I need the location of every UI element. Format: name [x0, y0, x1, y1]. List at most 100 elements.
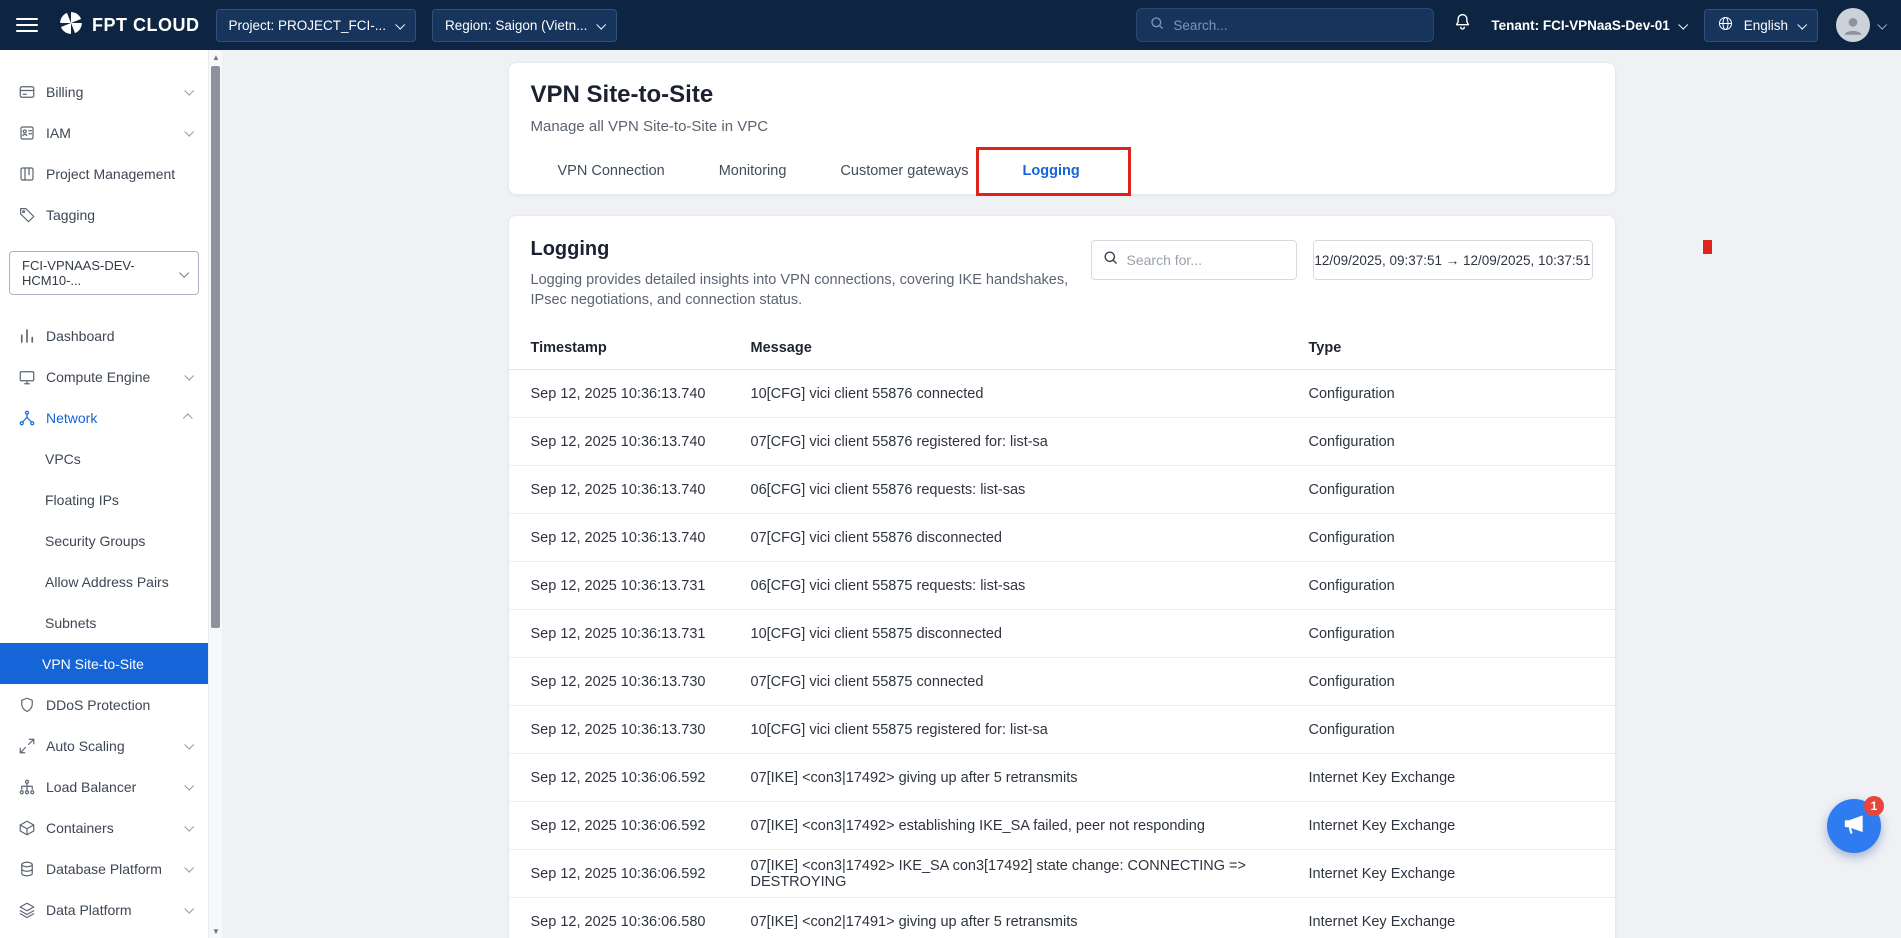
- user-menu[interactable]: [1836, 8, 1885, 42]
- region-selector[interactable]: Region: Saigon (Vietn...: [432, 9, 617, 42]
- sidebar-item-security-groups[interactable]: Security Groups: [0, 520, 208, 561]
- global-search[interactable]: [1136, 8, 1434, 42]
- sidebar-scrollbar[interactable]: ▲ ▼: [208, 50, 222, 938]
- sidebar-item-network[interactable]: Network: [0, 397, 208, 438]
- chevron-down-icon: [184, 740, 194, 750]
- sidebar-item-vpcs[interactable]: VPCs: [0, 438, 208, 479]
- language-selector[interactable]: English: [1704, 9, 1818, 42]
- cell-timestamp: Sep 12, 2025 10:36:13.740: [531, 434, 751, 450]
- search-icon: [1149, 15, 1165, 36]
- sidebar-item-load-balancer[interactable]: Load Balancer: [0, 766, 208, 807]
- cell-message: 07[CFG] vici client 55876 registered for…: [751, 434, 1309, 450]
- top-bar: FPT CLOUD Project: PROJECT_FCI-... Regio…: [0, 0, 1901, 50]
- cell-type: Configuration: [1309, 386, 1593, 402]
- brand-name: FPT CLOUD: [92, 15, 200, 36]
- global-search-input[interactable]: [1173, 18, 1421, 33]
- project-selector[interactable]: Project: PROJECT_FCI-...: [216, 9, 417, 42]
- announcement-fab[interactable]: 1: [1827, 799, 1881, 853]
- chevron-up-icon: [183, 413, 193, 423]
- logging-card: Logging Logging provides detailed insigh…: [508, 215, 1616, 938]
- table-row[interactable]: Sep 12, 2025 10:36:13.731 06[CFG] vici c…: [509, 562, 1615, 610]
- column-header-type: Type: [1309, 340, 1593, 356]
- cell-type: Internet Key Exchange: [1309, 866, 1593, 882]
- table-row[interactable]: Sep 12, 2025 10:36:13.730 07[CFG] vici c…: [509, 658, 1615, 706]
- table-row[interactable]: Sep 12, 2025 10:36:13.740 06[CFG] vici c…: [509, 466, 1615, 514]
- main-content: VPN Site-to-Site Manage all VPN Site-to-…: [222, 50, 1901, 938]
- sidebar: Billing IAM Project Management Tagging F…: [0, 50, 208, 938]
- search-icon: [1102, 249, 1119, 271]
- sidebar-item-billing[interactable]: Billing: [0, 71, 208, 112]
- page-title: VPN Site-to-Site: [531, 81, 1593, 109]
- table-row[interactable]: Sep 12, 2025 10:36:13.740 10[CFG] vici c…: [509, 370, 1615, 418]
- sidebar-item-tagging[interactable]: Tagging: [0, 194, 208, 235]
- sidebar-item-compute-engine[interactable]: Compute Engine: [0, 356, 208, 397]
- cell-timestamp: Sep 12, 2025 10:36:13.730: [531, 722, 751, 738]
- sidebar-item-allow-address-pairs[interactable]: Allow Address Pairs: [0, 561, 208, 602]
- sidebar-item-label: Compute Engine: [46, 369, 150, 385]
- sidebar-item-label: Allow Address Pairs: [45, 574, 169, 590]
- language-label: English: [1744, 18, 1788, 33]
- date-range-value: 12/09/2025, 09:37:51 → 12/09/2025, 10:37…: [1314, 253, 1590, 268]
- sidebar-item-floating-ips[interactable]: Floating IPs: [0, 479, 208, 520]
- log-search-input[interactable]: [1127, 252, 1286, 268]
- tab-logging[interactable]: Logging: [996, 148, 1107, 194]
- table-row[interactable]: Sep 12, 2025 10:36:06.592 07[IKE] <con3|…: [509, 850, 1615, 898]
- load-balancer-icon: [18, 778, 36, 796]
- table-row[interactable]: Sep 12, 2025 10:36:13.740 07[CFG] vici c…: [509, 514, 1615, 562]
- scrollbar-thumb[interactable]: [211, 66, 220, 628]
- cell-timestamp: Sep 12, 2025 10:36:13.740: [531, 530, 751, 546]
- chevron-down-icon: [1797, 19, 1807, 29]
- hamburger-menu-icon[interactable]: [16, 18, 38, 32]
- sidebar-item-auto-scaling[interactable]: Auto Scaling: [0, 725, 208, 766]
- sidebar-item-label: DDoS Protection: [46, 697, 150, 713]
- cell-timestamp: Sep 12, 2025 10:36:06.580: [531, 914, 751, 930]
- sidebar-item-project-management[interactable]: Project Management: [0, 153, 208, 194]
- page-subtitle: Manage all VPN Site-to-Site in VPC: [531, 118, 1593, 135]
- scrollbar-down-arrow[interactable]: ▼: [209, 924, 223, 938]
- table-row[interactable]: Sep 12, 2025 10:36:06.592 07[IKE] <con3|…: [509, 802, 1615, 850]
- page-header-card: VPN Site-to-Site Manage all VPN Site-to-…: [508, 62, 1616, 195]
- cell-message: 07[IKE] <con3|17492> establishing IKE_SA…: [751, 818, 1309, 834]
- shield-icon: [18, 696, 36, 714]
- sidebar-item-ddos-protection[interactable]: DDoS Protection: [0, 684, 208, 725]
- sidebar-item-label: Network: [46, 410, 97, 426]
- date-range-picker[interactable]: 12/09/2025, 09:37:51 → 12/09/2025, 10:37…: [1313, 240, 1593, 280]
- sidebar-item-containers[interactable]: Containers: [0, 807, 208, 848]
- cell-type: Internet Key Exchange: [1309, 818, 1593, 834]
- tab-customer-gateways[interactable]: Customer gateways: [813, 148, 995, 194]
- cell-message: 10[CFG] vici client 55876 connected: [751, 386, 1309, 402]
- chevron-down-icon: [1877, 19, 1887, 29]
- tab-monitoring[interactable]: Monitoring: [692, 148, 814, 194]
- vpc-select[interactable]: FCI-VPNAAS-DEV-HCM10-...: [9, 251, 199, 295]
- table-row[interactable]: Sep 12, 2025 10:36:13.730 10[CFG] vici c…: [509, 706, 1615, 754]
- cell-type: Configuration: [1309, 722, 1593, 738]
- region-selector-label: Region: Saigon (Vietn...: [445, 18, 587, 33]
- sidebar-item-iam[interactable]: IAM: [0, 112, 208, 153]
- sidebar-item-vpn-site-to-site[interactable]: VPN Site-to-Site: [0, 643, 208, 684]
- brand-logo[interactable]: FPT CLOUD: [58, 10, 200, 41]
- table-row[interactable]: Sep 12, 2025 10:36:13.740 07[CFG] vici c…: [509, 418, 1615, 466]
- chevron-down-icon: [184, 371, 194, 381]
- sidebar-item-database-platform[interactable]: Database Platform: [0, 848, 208, 889]
- auto-scaling-icon: [18, 737, 36, 755]
- sidebar-item-label: Auto Scaling: [46, 738, 125, 754]
- project-selector-label: Project: PROJECT_FCI-...: [229, 18, 387, 33]
- sidebar-item-label: Subnets: [45, 615, 96, 631]
- cell-timestamp: Sep 12, 2025 10:36:13.731: [531, 578, 751, 594]
- tab-vpn-connection[interactable]: VPN Connection: [531, 148, 692, 194]
- table-row[interactable]: Sep 12, 2025 10:36:06.580 07[IKE] <con2|…: [509, 898, 1615, 938]
- bell-icon[interactable]: [1452, 12, 1473, 38]
- sidebar-item-data-platform[interactable]: Data Platform: [0, 889, 208, 930]
- tag-icon: [18, 206, 36, 224]
- table-row[interactable]: Sep 12, 2025 10:36:06.592 07[IKE] <con3|…: [509, 754, 1615, 802]
- chevron-down-icon: [184, 904, 194, 914]
- log-search[interactable]: [1091, 240, 1297, 280]
- sidebar-item-subnets[interactable]: Subnets: [0, 602, 208, 643]
- table-row[interactable]: Sep 12, 2025 10:36:13.731 10[CFG] vici c…: [509, 610, 1615, 658]
- scrollbar-up-arrow[interactable]: ▲: [209, 50, 223, 64]
- tab-label: Monitoring: [719, 163, 787, 179]
- vpc-select-value: FCI-VPNAAS-DEV-HCM10-...: [22, 258, 180, 288]
- sidebar-item-dashboard[interactable]: Dashboard: [0, 315, 208, 356]
- tenant-selector[interactable]: Tenant: FCI-VPNaaS-Dev-01: [1491, 18, 1685, 33]
- cell-message: 07[IKE] <con3|17492> IKE_SA con3[17492] …: [751, 858, 1309, 890]
